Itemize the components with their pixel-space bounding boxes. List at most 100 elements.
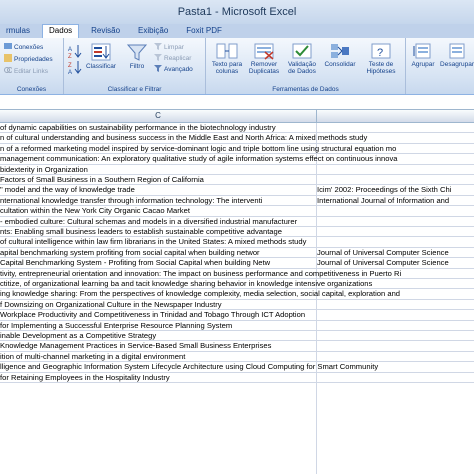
properties-icon — [4, 54, 12, 62]
group-label-sort-filter: Classificar e Filtrar — [107, 86, 162, 93]
cell-c[interactable]: for Retaining Employees in the Hospitali… — [0, 373, 170, 382]
group-outline: Agrupar Desagrupar — [406, 38, 474, 94]
remove-duplicates-button[interactable]: Remover Duplicatas — [246, 42, 282, 75]
cell-c[interactable]: n of cultural understanding and business… — [0, 133, 367, 142]
table-row[interactable]: of dynamic capabilities on sustainabilit… — [0, 123, 474, 134]
table-row[interactable]: bidexterity in Organization — [0, 165, 474, 175]
cell-c[interactable]: of cultural intelligence within law firm… — [0, 237, 306, 246]
tab-formulas[interactable]: rmulas — [0, 24, 36, 38]
table-row[interactable]: nts: Enabling small business leaders to … — [0, 227, 474, 238]
cell-c[interactable]: ctitize, of organizational learning ba a… — [0, 279, 372, 288]
table-row[interactable]: for Implementing a Successful Enterprise… — [0, 321, 474, 331]
cell-c[interactable]: ing knowledge sharing: From the perspect… — [0, 289, 400, 298]
cell-c[interactable]: " model and the way of knowledge trade — [0, 185, 135, 194]
cell-c[interactable]: lligence and Geographic Information Syst… — [0, 362, 378, 371]
formula-bar[interactable] — [0, 95, 474, 110]
sort-za-icon: ZA — [68, 61, 82, 76]
spreadsheet-grid[interactable]: of dynamic capabilities on sustainabilit… — [0, 123, 474, 474]
table-row[interactable]: - embodied culture: Cultural schemas and… — [0, 217, 474, 227]
table-row[interactable]: inable Development as a Competitive Stra… — [0, 331, 474, 342]
cell-d[interactable]: Icim' 2002: Proceedings of the Sixth Chi — [317, 185, 451, 194]
cell-c[interactable]: Capital Benchmarking System - Profiting … — [0, 258, 270, 267]
cell-c[interactable]: Factors of Small Business in a Southern … — [0, 175, 204, 184]
group-sort-filter: AZ ZA Classificar Filtro Limpar Reaplica… — [64, 38, 206, 94]
advanced-filter-button[interactable]: Avançado — [154, 64, 193, 74]
sort-az-button[interactable]: AZ — [68, 44, 84, 60]
svg-text:?: ? — [377, 47, 383, 59]
cell-c[interactable]: n of a reformed marketing model inspired… — [0, 144, 396, 153]
cell-c[interactable]: Knowledge Management Practices in Servic… — [0, 341, 271, 350]
cell-c[interactable]: f Downsizing on Organizational Culture i… — [0, 300, 222, 309]
cell-d[interactable]: Journal of Universal Computer Science — [317, 248, 449, 257]
table-row[interactable]: tivity, entrepreneurial orientation and … — [0, 269, 474, 279]
group-data-tools: Texto para colunas Remover Duplicatas Va… — [206, 38, 406, 94]
tab-exibicao[interactable]: Exibição — [132, 24, 174, 38]
table-row[interactable]: for Retaining Employees in the Hospitali… — [0, 373, 474, 383]
sort-za-button[interactable]: ZA — [68, 60, 84, 76]
cell-c[interactable]: nternational knowledge transfer through … — [0, 196, 262, 205]
cell-c[interactable]: apital benchmarking system profiting fro… — [0, 248, 260, 257]
data-validation-button[interactable]: Validação de Dados — [284, 42, 320, 75]
svg-text:A: A — [68, 70, 72, 74]
column-header-row: C — [0, 110, 474, 123]
tab-foxit-pdf[interactable]: Foxit PDF — [180, 24, 228, 38]
cell-c[interactable]: tivity, entrepreneurial orientation and … — [0, 269, 401, 278]
what-if-analysis-icon: ? — [371, 43, 391, 59]
advanced-filter-icon — [154, 65, 162, 72]
tab-revisao[interactable]: Revisão — [85, 24, 126, 38]
group-button[interactable]: Agrupar — [408, 42, 438, 68]
cell-c[interactable]: nts: Enabling small business leaders to … — [0, 227, 282, 236]
filter-icon — [126, 44, 148, 61]
properties-button[interactable]: Propriedades — [4, 54, 53, 64]
sort-button[interactable]: Classificar — [86, 42, 116, 70]
connections-icon — [4, 43, 12, 49]
cell-c[interactable]: of dynamic capabilities on sustainabilit… — [0, 123, 276, 132]
table-row[interactable]: Knowledge Management Practices in Servic… — [0, 341, 474, 352]
reapply-filter-button[interactable]: Reaplicar — [154, 53, 191, 63]
table-row[interactable]: Workplace Productivity and Competitivene… — [0, 310, 474, 321]
table-row[interactable]: nternational knowledge transfer through … — [0, 196, 474, 207]
cell-c[interactable]: management communication: An exploratory… — [0, 154, 398, 163]
tab-dados[interactable]: Dados — [42, 24, 80, 38]
what-if-analysis-button[interactable]: ? Teste de Hipóteses — [360, 42, 402, 75]
cell-c[interactable]: ition of multi-channel marketing in a di… — [0, 352, 185, 361]
edit-links-button[interactable]: Editar Links — [4, 66, 48, 76]
reapply-icon — [154, 54, 162, 61]
ungroup-button[interactable]: Desagrupar — [440, 42, 474, 68]
cell-d[interactable]: International Journal of Information and — [317, 196, 449, 205]
ribbon: Conexões Propriedades Editar Links Conex… — [0, 38, 474, 95]
window-title: Pasta1 - Microsoft Excel — [177, 6, 297, 18]
table-row[interactable]: ition of multi-channel marketing in a di… — [0, 352, 474, 363]
table-row[interactable]: " model and the way of knowledge trade Ic… — [0, 185, 474, 196]
table-row[interactable]: n of a reformed marketing model inspired… — [0, 144, 474, 155]
cell-d[interactable]: Journal of Universal Computer Science — [317, 258, 449, 267]
table-row[interactable]: of cultural intelligence within law firm… — [0, 237, 474, 248]
table-row[interactable]: n of cultural understanding and business… — [0, 133, 474, 144]
remove-duplicates-icon — [254, 43, 274, 60]
cell-c[interactable]: cultation within the New York City Organ… — [0, 206, 190, 215]
clear-filter-button[interactable]: Limpar — [154, 42, 184, 52]
table-row[interactable]: ctitize, of organizational learning ba a… — [0, 279, 474, 290]
cell-c[interactable]: inable Development as a Competitive Stra… — [0, 331, 156, 340]
cell-c[interactable]: for Implementing a Successful Enterprise… — [0, 321, 232, 330]
group-icon — [413, 43, 431, 59]
cell-c[interactable]: bidexterity in Organization — [0, 165, 88, 174]
group-label-connections: Conexões — [16, 86, 47, 93]
column-header-c[interactable]: C — [0, 110, 316, 122]
table-row[interactable]: Factors of Small Business in a Southern … — [0, 175, 474, 186]
table-row[interactable]: Capital Benchmarking System - Profiting … — [0, 258, 474, 269]
link-icon — [4, 67, 13, 73]
text-to-columns-button[interactable]: Texto para colunas — [210, 42, 244, 75]
table-row[interactable]: management communication: An exploratory… — [0, 154, 474, 165]
table-row[interactable]: ing knowledge sharing: From the perspect… — [0, 289, 474, 300]
cell-c[interactable]: - embodied culture: Cultural schemas and… — [0, 217, 297, 226]
filter-button[interactable]: Filtro — [124, 42, 150, 70]
table-row[interactable]: apital benchmarking system profiting fro… — [0, 248, 474, 259]
table-row[interactable]: lligence and Geographic Information Syst… — [0, 362, 474, 373]
cell-c[interactable]: Workplace Productivity and Competitivene… — [0, 310, 305, 319]
connections-button[interactable]: Conexões — [4, 42, 43, 52]
sort-az-icon: AZ — [68, 45, 82, 60]
table-row[interactable]: f Downsizing on Organizational Culture i… — [0, 300, 474, 311]
table-row[interactable]: cultation within the New York City Organ… — [0, 206, 474, 217]
consolidate-button[interactable]: Consolidar — [322, 42, 358, 68]
